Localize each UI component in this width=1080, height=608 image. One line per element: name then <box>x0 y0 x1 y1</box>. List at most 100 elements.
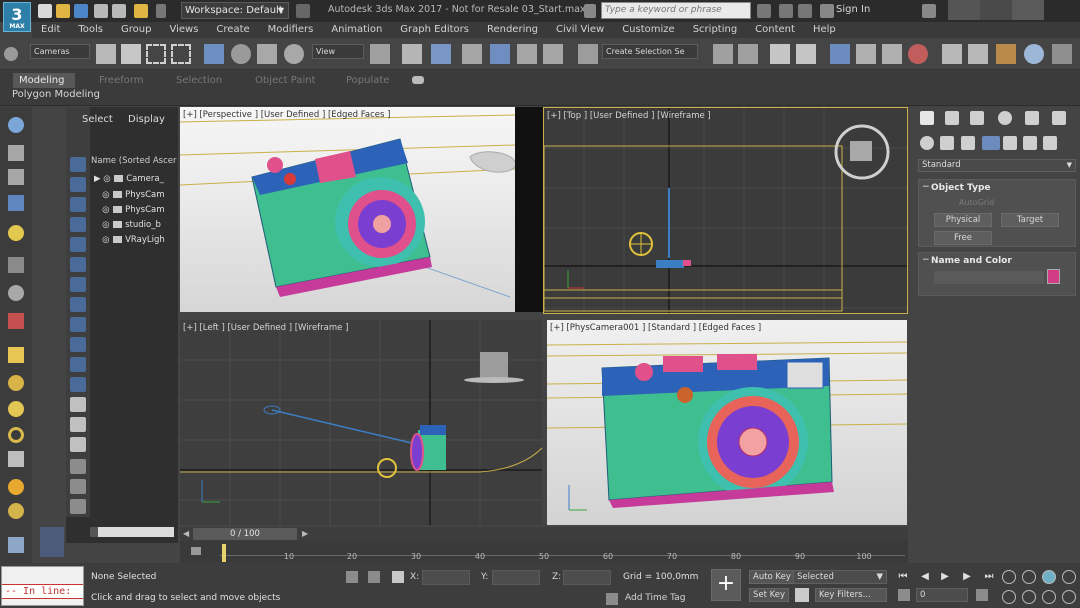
grid-icon[interactable] <box>8 537 24 553</box>
previous-frame-icon[interactable]: ◀ <box>918 570 932 584</box>
table-icon[interactable] <box>8 195 24 211</box>
spinner-snap-icon[interactable] <box>543 44 563 64</box>
display-tab-icon[interactable] <box>1025 111 1039 125</box>
selection-set-dropdown[interactable]: Create Selection Se <box>602 44 698 59</box>
schematic-view-icon[interactable] <box>882 44 902 64</box>
sign-in-link[interactable]: Sign In <box>836 4 870 15</box>
filter-xrefs-icon[interactable] <box>70 297 86 312</box>
autogrid-checkbox[interactable]: AutoGrid <box>959 198 994 207</box>
box-icon[interactable] <box>8 347 24 363</box>
user-icon[interactable] <box>820 4 834 18</box>
tab-freeform[interactable]: Freeform <box>93 73 150 88</box>
edit-named-sets-icon[interactable] <box>578 44 598 64</box>
scene-icon[interactable] <box>8 117 24 133</box>
list-item[interactable]: ◎ PhysCam <box>94 190 164 200</box>
z-coordinate-field[interactable] <box>563 570 611 585</box>
layers-icon[interactable] <box>8 145 24 161</box>
viewport-label[interactable]: [+] [PhysCamera001 ] [Standard ] [Edged … <box>550 323 761 333</box>
align-icon[interactable] <box>738 44 758 64</box>
maximize-viewport-icon[interactable] <box>1062 590 1076 604</box>
orbit-icon[interactable] <box>1042 590 1056 604</box>
a360-gallery-icon[interactable] <box>1052 44 1072 64</box>
render-production-icon[interactable] <box>996 44 1016 64</box>
keyboard-shortcut-icon[interactable] <box>431 44 451 64</box>
display-none-icon[interactable] <box>70 417 86 432</box>
rollout-title[interactable]: Object Type <box>919 180 1075 193</box>
eye-icon[interactable]: ◎ <box>102 220 112 230</box>
goto-start-icon[interactable]: ⏮ <box>896 570 910 584</box>
explorer-tab-select[interactable]: Select <box>82 114 113 125</box>
select-and-rotate-icon[interactable] <box>231 44 251 64</box>
layer-icon[interactable] <box>70 499 86 514</box>
menu-modifiers[interactable]: Modifiers <box>259 22 323 38</box>
mirror-icon[interactable] <box>713 44 733 64</box>
undo-icon[interactable] <box>94 4 108 18</box>
free-camera-button[interactable]: Free <box>934 231 992 245</box>
filter-frozen-icon[interactable] <box>70 357 86 372</box>
key-icon[interactable] <box>795 588 809 602</box>
expand-arrow-icon[interactable]: ▶ <box>94 174 101 184</box>
menu-customize[interactable]: Customize <box>613 22 684 38</box>
search-options-icon[interactable] <box>584 4 596 18</box>
object-category-dropdown[interactable]: Standard ▼ <box>918 159 1076 172</box>
material-editor-icon[interactable] <box>908 44 928 64</box>
funnel-icon[interactable] <box>70 479 86 494</box>
time-tag-icon[interactable] <box>606 593 618 605</box>
select-and-place-icon[interactable] <box>284 44 304 64</box>
systems-icon[interactable] <box>8 313 24 329</box>
viewport-label[interactable]: [+] [Left ] [User Defined ] [Wireframe ] <box>183 323 348 333</box>
render-setup-icon[interactable] <box>942 44 962 64</box>
filter-bones-icon[interactable] <box>70 317 86 332</box>
quick-access-dropdown-icon[interactable] <box>156 4 166 18</box>
next-frame-icon[interactable]: ▶ <box>960 570 974 584</box>
menu-animation[interactable]: Animation <box>322 22 391 38</box>
search-input[interactable]: Type a keyword or phrase <box>601 2 751 19</box>
filter-groups-icon[interactable] <box>70 277 86 292</box>
project-folder-icon[interactable] <box>134 4 148 18</box>
current-frame-field[interactable]: 0 <box>916 588 968 602</box>
save-file-icon[interactable] <box>74 4 88 18</box>
new-scene-icon[interactable] <box>38 4 52 18</box>
torus-icon[interactable] <box>8 427 24 443</box>
selection-lock-icon[interactable] <box>368 571 380 583</box>
set-key-button[interactable]: Set Key <box>749 588 790 602</box>
rendered-frame-window-icon[interactable] <box>968 44 988 64</box>
isolate-selection-icon[interactable] <box>346 571 358 583</box>
invert-display-icon[interactable] <box>70 437 86 452</box>
space-warps-category-icon[interactable] <box>1023 136 1037 150</box>
angle-snap-icon[interactable] <box>490 44 510 64</box>
target-camera-button[interactable]: Target <box>1001 213 1059 227</box>
help-icon[interactable] <box>922 4 936 18</box>
sphere-icon[interactable] <box>8 375 24 391</box>
helper-icon[interactable] <box>8 257 24 273</box>
eye-icon[interactable]: ◎ <box>102 235 112 245</box>
add-time-tag-button[interactable]: Add Time Tag <box>625 593 685 603</box>
menu-graph-editors[interactable]: Graph Editors <box>391 22 478 38</box>
eye-icon[interactable]: ◎ <box>102 190 112 200</box>
circle-icon[interactable] <box>8 401 24 417</box>
left-viewport[interactable]: [+] [Left ] [User Defined ] [Wireframe ] <box>180 320 542 525</box>
filter-hidden-icon[interactable] <box>70 377 86 392</box>
key-filters-button[interactable]: Key Filters... <box>815 588 887 602</box>
explorer-scrollbar[interactable] <box>90 527 174 537</box>
rollout-title[interactable]: Name and Color <box>919 253 1075 266</box>
filter-funnel-icon[interactable] <box>70 459 86 474</box>
current-frame-marker[interactable] <box>222 544 226 562</box>
filter-helpers-icon[interactable] <box>70 237 86 252</box>
select-object-icon[interactable] <box>96 44 116 64</box>
viewport-label[interactable]: [+] [Top ] [User Defined ] [Wireframe ] <box>547 111 711 121</box>
workspace-options-icon[interactable] <box>296 4 310 18</box>
track-bar-menu-icon[interactable] <box>191 547 201 555</box>
filter-shapes-icon[interactable] <box>70 177 86 192</box>
minimize-button[interactable] <box>948 0 980 20</box>
absolute-mode-icon[interactable] <box>392 571 404 583</box>
undo-icon[interactable] <box>4 47 18 61</box>
cameras-category-icon[interactable] <box>982 136 1000 150</box>
perspective-viewport[interactable]: [+] [Perspective ] [User Defined ] [Edge… <box>180 107 515 312</box>
field-of-view-icon[interactable] <box>1002 590 1016 604</box>
viewport-label[interactable]: [+] [Perspective ] [User Defined ] [Edge… <box>183 110 390 120</box>
list-item[interactable]: ▶ ◎ Camera_ <box>94 174 164 184</box>
filter-containers-icon[interactable] <box>70 337 86 352</box>
play-icon[interactable]: ▶ <box>938 570 952 584</box>
chevron-right-icon[interactable]: ▶ <box>302 529 308 538</box>
